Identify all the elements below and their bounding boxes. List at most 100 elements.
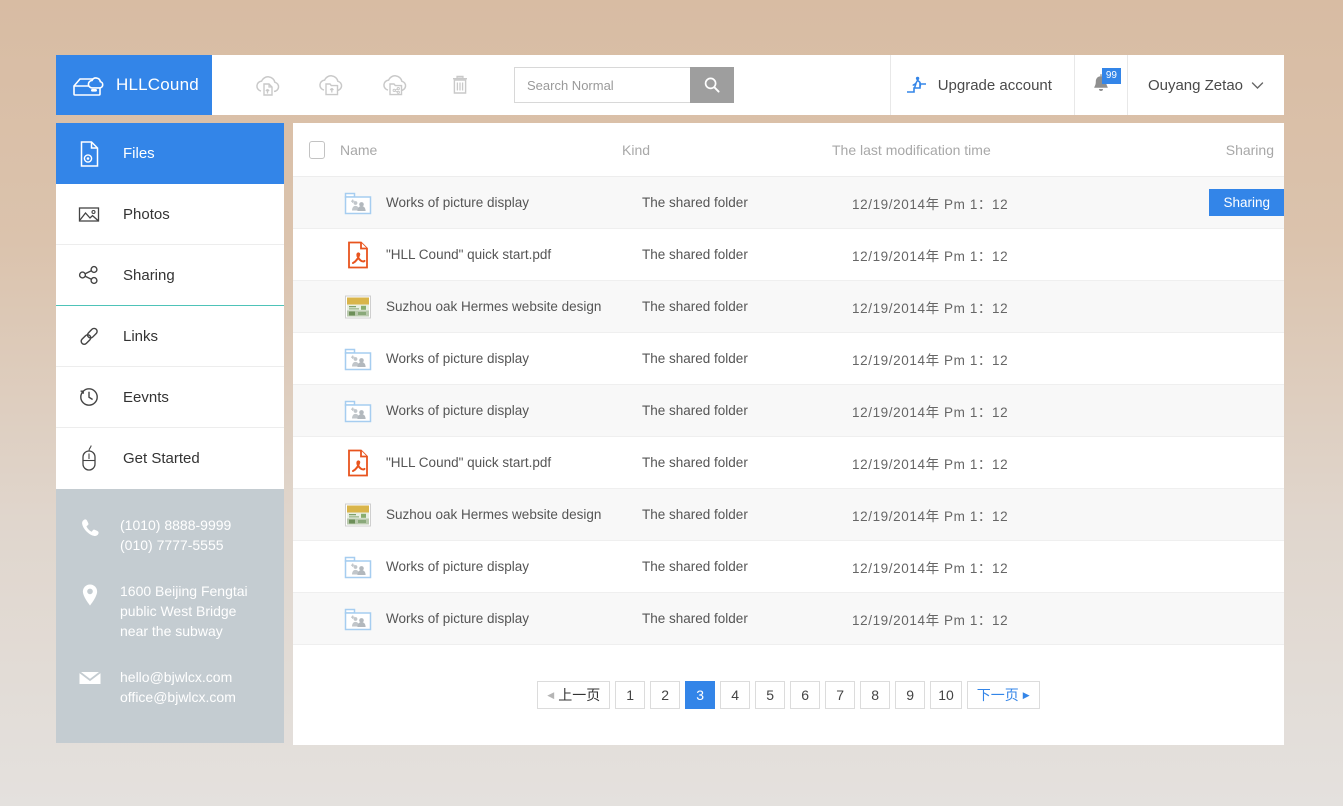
chevron-down-icon: [1251, 81, 1264, 90]
column-header-sharing[interactable]: Sharing: [1104, 142, 1284, 158]
row-modified-time: 12/19/2014年 Pm 1：12: [852, 352, 1009, 368]
envelope-icon: [78, 667, 102, 687]
sidebar-item-sharing[interactable]: Sharing: [56, 245, 284, 306]
upload-file-icon: [252, 71, 284, 99]
table-row[interactable]: Suzhou oak Hermes website design The shar…: [293, 281, 1284, 333]
contact-address-text: 1600 Beijing Fengtai public West Bridge …: [120, 583, 248, 639]
pagination-next-label: 下一页: [976, 687, 1019, 703]
photo-image-icon: [75, 203, 103, 225]
upload-folder-button[interactable]: [300, 55, 364, 115]
search-bar: [514, 55, 734, 115]
app-window: HLLCound Search Normal Upgrade account 9…: [56, 55, 1284, 745]
row-file-name: Works of picture display: [386, 403, 530, 418]
sidebar-item-photos[interactable]: Photos: [56, 184, 284, 245]
share-folder-button[interactable]: [364, 55, 428, 115]
table-row[interactable]: Works of picture display The shared folde…: [293, 385, 1284, 437]
row-modified-time: 12/19/2014年 Pm 1：12: [852, 248, 1009, 264]
sidebar-item-files[interactable]: Files: [56, 123, 284, 184]
row-sharing-cell: [1124, 281, 1284, 332]
row-modified-time: 12/19/2014年 Pm 1：12: [852, 508, 1009, 524]
search-input[interactable]: [514, 67, 690, 103]
pagination-numbers: 1 2 3 4 5 6 7 8 9 10: [615, 681, 962, 709]
triangle-right-icon: ▶: [1022, 689, 1030, 700]
contact-email: hello@bjwlcx.com office@bjwlcx.com: [56, 667, 284, 707]
upgrade-account-button[interactable]: Upgrade account: [889, 55, 1074, 115]
shared-folder-icon: [340, 397, 376, 425]
column-header-kind[interactable]: Kind: [622, 142, 832, 158]
column-header-time[interactable]: The last modification time: [832, 142, 1104, 158]
trash-button[interactable]: [428, 55, 492, 115]
clock-history-icon: [75, 385, 103, 409]
row-file-name: Works of picture display: [386, 351, 530, 366]
table-row[interactable]: Works of picture display The shared folde…: [293, 541, 1284, 593]
table-row[interactable]: "HLL Cound" quick start.pdf The shared fo…: [293, 437, 1284, 489]
sidebar-item-eevnts[interactable]: Eevnts: [56, 367, 284, 428]
pagination-prev-label: 上一页: [558, 687, 601, 703]
pagination: ◀ 上一页 1 2 3 4 5 6 7 8 9 10 下一页 ▶: [293, 681, 1284, 709]
file-document-icon: [75, 139, 103, 169]
file-list-panel: Name Kind The last modification time Sha…: [293, 123, 1284, 745]
search-button[interactable]: [690, 67, 734, 103]
pagination-page-8[interactable]: 8: [860, 681, 891, 709]
user-menu[interactable]: Ouyang Zetao: [1126, 55, 1284, 115]
pagination-page-2[interactable]: 2: [650, 681, 681, 709]
brand-name: HLLCound: [116, 75, 199, 94]
user-name-label: Ouyang Zetao: [1147, 76, 1243, 94]
table-row[interactable]: Works of picture display The shared folde…: [293, 177, 1284, 229]
upgrade-account-label: Upgrade account: [937, 76, 1052, 94]
shared-folder-icon: [340, 345, 376, 373]
row-file-name: "HLL Cound" quick start.pdf: [386, 247, 552, 262]
search-icon: [703, 76, 721, 94]
sidebar-item-label: Sharing: [123, 266, 175, 284]
row-modified-time: 12/19/2014年 Pm 1：12: [852, 560, 1009, 576]
table-row[interactable]: "HLL Cound" quick start.pdf The shared fo…: [293, 229, 1284, 281]
sharing-badge[interactable]: Sharing: [1209, 189, 1284, 216]
person-climbing-steps-icon: [905, 74, 929, 96]
image-thumbnail-icon: [340, 502, 376, 528]
sidebar-item-label: Eevnts: [123, 388, 169, 406]
sidebar-nav: Files Photos Sharing Links Eevnts Get St…: [56, 123, 284, 489]
pagination-page-4[interactable]: 4: [720, 681, 751, 709]
sidebar-item-get-started[interactable]: Get Started: [56, 428, 284, 489]
row-file-kind: The shared folder: [642, 507, 748, 522]
brand-logo[interactable]: HLLCound: [56, 55, 212, 115]
pagination-next-button[interactable]: 下一页 ▶: [966, 681, 1040, 709]
row-file-kind: The shared folder: [642, 299, 748, 314]
pagination-page-1[interactable]: 1: [615, 681, 646, 709]
upload-file-button[interactable]: [236, 55, 300, 115]
notifications-button[interactable]: 99: [1073, 55, 1127, 115]
pagination-page-9[interactable]: 9: [895, 681, 926, 709]
pdf-file-icon: [340, 240, 376, 270]
table-row[interactable]: Suzhou oak Hermes website design The shar…: [293, 489, 1284, 541]
select-all-checkbox[interactable]: [308, 140, 325, 159]
row-modified-time: 12/19/2014年 Pm 1：12: [852, 196, 1009, 212]
pagination-page-10[interactable]: 10: [930, 681, 962, 709]
pagination-page-3[interactable]: 3: [685, 681, 716, 709]
sidebar: Files Photos Sharing Links Eevnts Get St…: [56, 123, 284, 745]
row-file-name: Works of picture display: [386, 611, 530, 626]
contact-phone-text: (1010) 8888-9999 (010) 7777-5555: [120, 517, 232, 553]
table-header: Name Kind The last modification time Sha…: [293, 123, 1284, 177]
row-file-kind: The shared folder: [642, 195, 748, 210]
sidebar-item-label: Links: [123, 327, 159, 345]
contact-info: (1010) 8888-9999 (010) 7777-5555 1600 Be…: [56, 489, 284, 743]
pagination-page-5[interactable]: 5: [755, 681, 786, 709]
triangle-left-icon: ◀: [547, 689, 555, 700]
pagination-page-6[interactable]: 6: [790, 681, 821, 709]
sidebar-item-label: Photos: [123, 205, 170, 223]
row-sharing-cell: [1124, 541, 1284, 592]
toolbar-actions: [212, 55, 492, 115]
row-file-name: Works of picture display: [386, 559, 530, 574]
pagination-page-7[interactable]: 7: [825, 681, 856, 709]
sidebar-item-links[interactable]: Links: [56, 306, 284, 367]
column-header-name[interactable]: Name: [340, 142, 622, 158]
table-row[interactable]: Works of picture display The shared folde…: [293, 593, 1284, 645]
row-file-kind: The shared folder: [642, 351, 748, 366]
row-file-kind: The shared folder: [642, 455, 748, 470]
image-thumbnail-icon: [340, 294, 376, 320]
table-row[interactable]: Works of picture display The shared folde…: [293, 333, 1284, 385]
cloud-drive-logo-icon: [70, 71, 106, 99]
row-modified-time: 12/19/2014年 Pm 1：12: [852, 404, 1009, 420]
row-sharing-cell: Sharing: [1124, 177, 1284, 228]
pagination-prev-button[interactable]: ◀ 上一页: [537, 681, 611, 709]
